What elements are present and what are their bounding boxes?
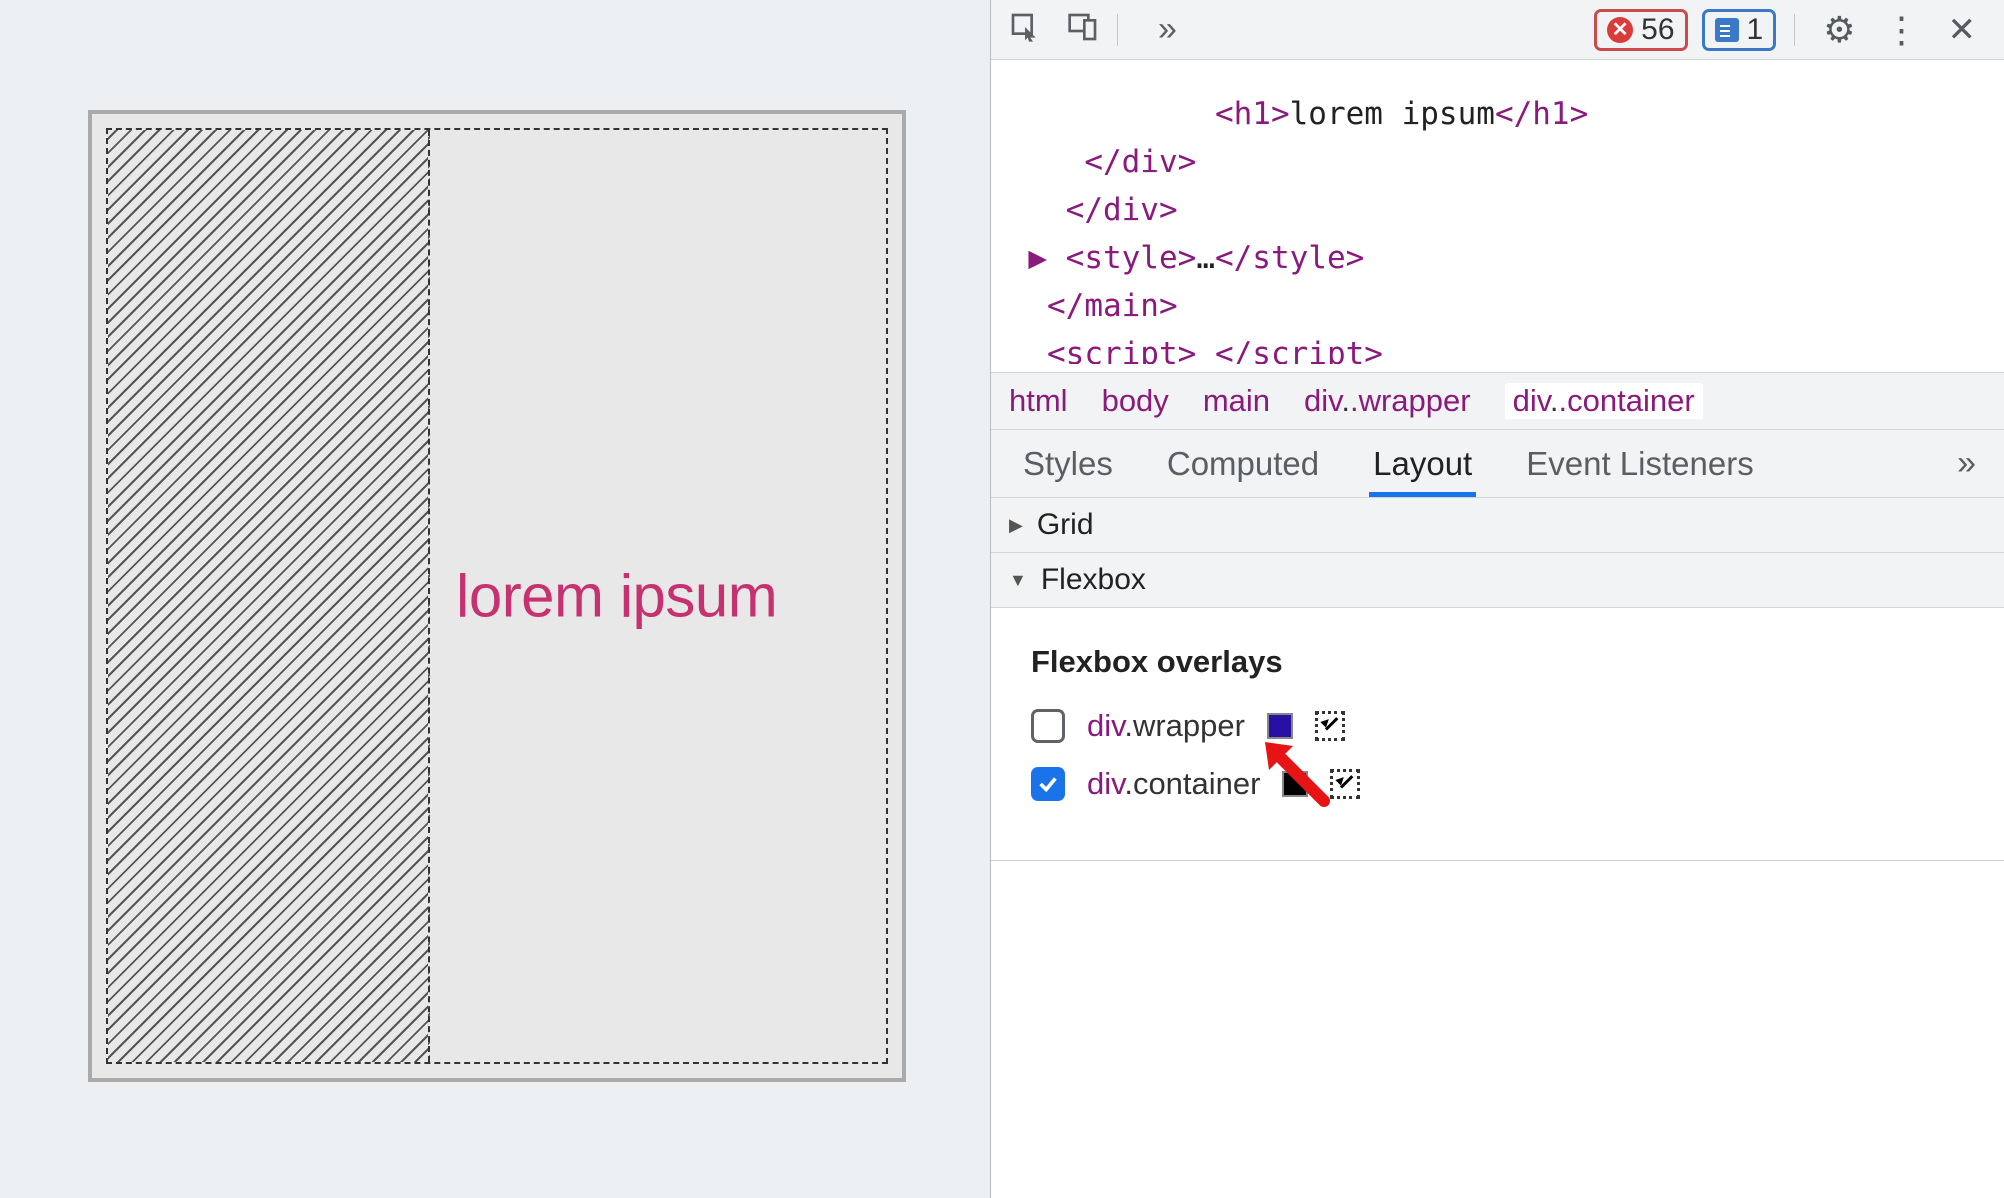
error-badge[interactable]: ✕ 56 <box>1594 9 1687 51</box>
tab-layout[interactable]: Layout <box>1369 445 1476 497</box>
wrapper-box: lorem ipsum <box>88 110 906 1082</box>
flex-overlay-outline: lorem ipsum <box>106 128 888 1064</box>
toolbar-divider <box>1117 14 1118 46</box>
overlay-checkbox-container[interactable] <box>1031 767 1065 801</box>
more-icon[interactable]: ⋮ <box>1874 9 1930 51</box>
inspect-icon[interactable] <box>1009 11 1041 48</box>
preview-heading: lorem ipsum <box>456 562 777 631</box>
section-flexbox[interactable]: Flexbox <box>991 553 2004 608</box>
message-count: 1 <box>1747 13 1764 47</box>
sidebar-tabs: Styles Computed Layout Event Listeners » <box>991 430 2004 498</box>
settings-icon[interactable]: ⚙ <box>1813 9 1865 51</box>
tabs-more-icon[interactable]: » <box>1957 444 1976 497</box>
error-count: 56 <box>1641 13 1674 47</box>
code-line[interactable]: div class container flex <box>991 76 2004 90</box>
toolbar-divider <box>1794 14 1795 46</box>
overlay-selector-wrapper[interactable]: div.wrapper <box>1087 708 1245 744</box>
overlay-checkbox-wrapper[interactable] <box>1031 709 1065 743</box>
close-icon[interactable]: ✕ <box>1938 10 1987 50</box>
tab-event-listeners[interactable]: Event Listeners <box>1522 445 1757 497</box>
section-grid[interactable]: Grid <box>991 498 2004 553</box>
error-icon: ✕ <box>1607 17 1633 43</box>
message-badge[interactable]: 1 <box>1702 9 1777 51</box>
overlay-row-container: div.container <box>1031 766 1964 802</box>
crumb-main[interactable]: main <box>1203 383 1270 419</box>
color-swatch-container[interactable] <box>1282 771 1308 797</box>
tab-computed[interactable]: Computed <box>1163 445 1323 497</box>
reveal-icon[interactable] <box>1330 769 1360 799</box>
elements-tree[interactable]: div class container flex <h1>lorem ipsum… <box>991 60 2004 372</box>
tab-styles[interactable]: Styles <box>1019 445 1117 497</box>
overlay-selector-container[interactable]: div.container <box>1087 766 1260 802</box>
more-tabs-icon[interactable]: » <box>1158 10 1177 49</box>
code-line[interactable]: </div> <box>991 186 2004 234</box>
section-flexbox-label: Flexbox <box>1041 563 1146 597</box>
flexbox-overlays-title: Flexbox overlays <box>1031 644 1964 680</box>
section-grid-label: Grid <box>1037 508 1094 542</box>
reveal-icon[interactable] <box>1315 711 1345 741</box>
code-line[interactable]: </main> <box>991 282 2004 330</box>
breadcrumb: html body main div..wrapper div..contain… <box>991 372 2004 430</box>
devtools-panel: » ✕ 56 1 ⚙ ⋮ ✕ div class container flex … <box>990 0 2004 1198</box>
crumb-body[interactable]: body <box>1102 383 1169 419</box>
code-line[interactable]: <h1>lorem ipsum</h1> <box>991 90 2004 138</box>
flex-hatch-area <box>108 130 430 1062</box>
flexbox-body: Flexbox overlays div.wrapper div.contain… <box>991 608 2004 861</box>
preview-pane: lorem ipsum <box>0 0 990 1198</box>
crumb-container[interactable]: div..container <box>1505 383 1703 419</box>
code-line[interactable]: </div> <box>991 138 2004 186</box>
code-line[interactable]: <script> </script> <box>991 330 2004 364</box>
crumb-html[interactable]: html <box>1009 383 1068 419</box>
color-swatch-wrapper[interactable] <box>1267 713 1293 739</box>
device-icon[interactable] <box>1067 11 1099 48</box>
overlay-row-wrapper: div.wrapper <box>1031 708 1964 744</box>
crumb-wrapper[interactable]: div..wrapper <box>1304 383 1471 419</box>
message-icon <box>1715 18 1739 42</box>
code-line[interactable]: ▶ <style>…</style> <box>991 234 2004 282</box>
devtools-toolbar: » ✕ 56 1 ⚙ ⋮ ✕ <box>991 0 2004 60</box>
